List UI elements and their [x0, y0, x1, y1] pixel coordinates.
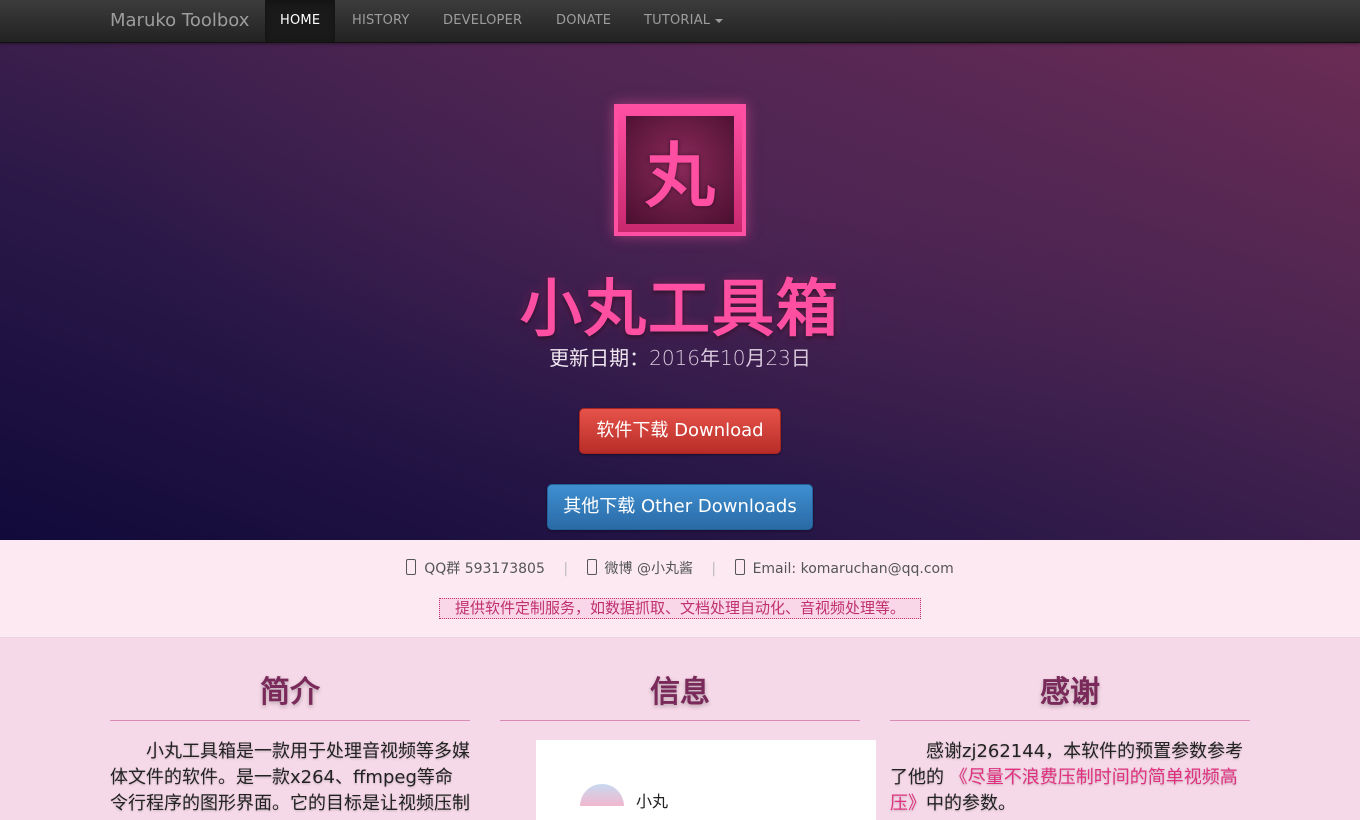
nav-tutorial-label: TUTORIAL — [644, 13, 711, 28]
info-heading: 信息 — [500, 660, 860, 721]
navbar: Maruko Toolbox HOME HISTORY DEVELOPER DO… — [0, 0, 1360, 43]
update-label: 更新日期： — [549, 346, 650, 370]
qq-icon — [406, 559, 417, 575]
separator: | — [711, 561, 717, 577]
caret-down-icon — [715, 18, 724, 23]
info-card: 小丸 — [536, 740, 876, 820]
contact-strip: QQ群 593173805 | 微博 @小丸酱 | Email: komaruc… — [0, 540, 1360, 638]
contact-row: QQ群 593173805 | 微博 @小丸酱 | Email: komaruc… — [0, 558, 1360, 578]
update-date-value: 2016年10月23日 — [649, 346, 811, 370]
nav-home[interactable]: HOME — [265, 0, 336, 42]
logo-char: 丸 — [626, 116, 734, 224]
download-button[interactable]: 软件下载 Download — [579, 408, 781, 454]
weibo-link[interactable]: 微博 @小丸酱 — [605, 561, 693, 577]
maruko-logo: 丸 — [614, 104, 746, 236]
qq-group: QQ群 593173805 — [424, 561, 545, 577]
info-section: 信息 — [500, 660, 860, 721]
brand-link[interactable]: Maruko Toolbox — [110, 0, 249, 42]
thanks-section: 感谢 感谢zj262144，本软件的预置参数参考了他的 《尽量不浪费压制时间的简… — [890, 660, 1250, 817]
card-name: 小丸 — [636, 792, 669, 811]
thanks-heading: 感谢 — [890, 660, 1250, 721]
intro-section: 简介 小丸工具箱是一款用于处理音视频等多媒体文件的软件。是一款x264、ffmp… — [110, 660, 470, 817]
hero-banner: 丸 小丸工具箱 更新日期：2016年10月23日 软件下载 Download 其… — [0, 42, 1360, 540]
hero-title: 小丸工具箱 — [519, 272, 840, 345]
email-link[interactable]: Email: komaruchan@qq.com — [753, 561, 954, 577]
thanks-text: 感谢zj262144，本软件的预置参数参考了他的 《尽量不浪费压制时间的简单视频… — [890, 739, 1250, 817]
nav-donate[interactable]: DONATE — [556, 0, 611, 42]
nav-history[interactable]: HISTORY — [352, 0, 410, 42]
intro-text: 小丸工具箱是一款用于处理音视频等多媒体文件的软件。是一款x264、ffmpeg等… — [110, 741, 470, 814]
service-notice[interactable]: 提供软件定制服务，如数据抓取、文档处理自动化、音视频处理等。 — [439, 598, 921, 619]
other-downloads-button[interactable]: 其他下载 Other Downloads — [547, 484, 813, 530]
thanks-text-after: 中的参数。 — [926, 793, 1016, 814]
nav-developer[interactable]: DEVELOPER — [443, 0, 522, 42]
mobile-icon — [734, 559, 745, 575]
intro-heading: 简介 — [110, 660, 470, 721]
avatar — [580, 784, 624, 806]
nav-tutorial[interactable]: TUTORIAL — [644, 0, 724, 42]
weibo-icon — [586, 559, 597, 575]
update-date: 更新日期：2016年10月23日 — [0, 342, 1360, 371]
separator: | — [563, 561, 569, 577]
